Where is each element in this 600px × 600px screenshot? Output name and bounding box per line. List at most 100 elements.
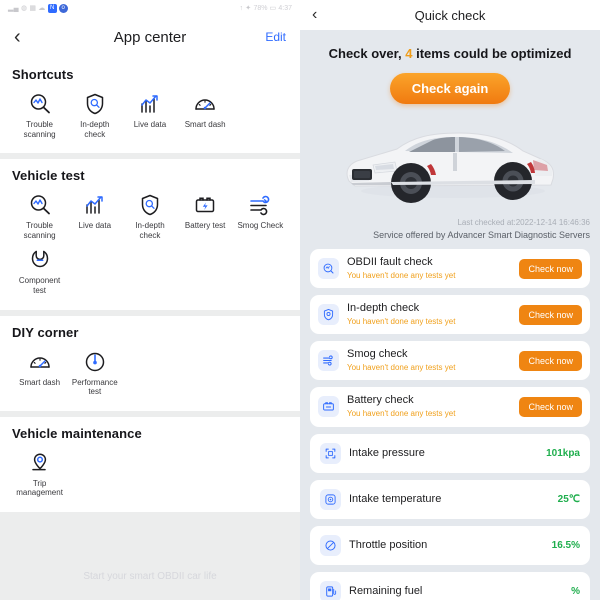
service-note-label: Service offered by Advancer Smart Diagno… xyxy=(373,229,590,240)
check-now-button[interactable]: Check now xyxy=(519,350,582,371)
app-tile-smog-check[interactable]: Smog Check xyxy=(233,189,288,244)
cloud-icon: ☁ xyxy=(38,4,46,12)
in-depth-shield-icon xyxy=(318,304,339,326)
check-card-title: OBDII fault check xyxy=(347,255,433,268)
quick-check-navbar: ‹ Quick check xyxy=(300,0,600,30)
app-tile-label: Trouble scanning xyxy=(23,120,56,139)
check-card-title: Battery check xyxy=(347,394,414,407)
smog-check-icon xyxy=(248,192,272,218)
icon-grid: Trip management xyxy=(12,447,288,502)
trip-management-icon xyxy=(28,450,52,476)
app-tile-performance-test[interactable]: Performance test xyxy=(67,346,122,401)
optimized-count: 4 xyxy=(405,46,413,61)
quick-check-hero: Check over, 4 items could be optimized C… xyxy=(300,30,600,218)
app-tile-label: Trouble scanning xyxy=(23,221,56,240)
app-tile-label: Live data xyxy=(78,221,112,231)
check-card-status: You haven't done any tests yet xyxy=(347,316,456,326)
headline-prefix: Check over, xyxy=(328,46,402,61)
clock-label: 4:37 xyxy=(278,4,292,12)
sensor-label: Throttle position xyxy=(349,539,428,551)
check-card[interactable]: Battery check You haven't done any tests … xyxy=(310,387,590,427)
footer-tagline: Start your smart OBDII car life xyxy=(83,571,217,582)
battery-percent-label: 78% xyxy=(253,4,268,12)
check-now-button[interactable]: Check now xyxy=(519,258,582,279)
app-tile-label: Component test xyxy=(18,276,61,295)
last-checked-label: Last checked at:2022-12-14 16:46:36 xyxy=(457,218,590,227)
status-bar-left: ▂▄ ◍ ▦ ☁ N o xyxy=(8,3,68,13)
app-tile-trip-management[interactable]: Trip management xyxy=(12,447,67,502)
in-depth-check-icon xyxy=(138,192,162,218)
app-center-panel: ▂▄ ◍ ▦ ☁ N o ↑ ✦ 78% ▭ 4:37 ‹ App center… xyxy=(0,0,300,600)
status-bar: ▂▄ ◍ ▦ ☁ N o ↑ ✦ 78% ▭ 4:37 xyxy=(0,0,300,16)
intake-pressure-icon xyxy=(320,442,341,464)
check-card-status: You haven't done any tests yet xyxy=(347,362,456,372)
app-tile-live-data[interactable]: Live data xyxy=(67,189,122,244)
app-tile-live-data[interactable]: Live data xyxy=(122,88,177,143)
check-now-button[interactable]: Check now xyxy=(519,304,582,325)
optimization-headline: Check over, 4 items could be optimized xyxy=(300,46,600,61)
status-bar-right: ↑ ✦ 78% ▭ 4:37 xyxy=(239,5,292,12)
smart-dash-icon xyxy=(193,91,217,117)
trouble-scanning-icon xyxy=(28,91,52,117)
check-card-text: OBDII fault check You haven't done any te… xyxy=(347,256,519,281)
bluetooth-icon: ✦ xyxy=(245,4,252,12)
sensor-value: 16.5% xyxy=(551,539,580,551)
app-tile-in-depth-check[interactable]: In-depth check xyxy=(122,189,177,244)
sensor-row[interactable]: Throttle position 16.5% xyxy=(310,525,590,565)
check-card[interactable]: In-depth check You haven't done any tests… xyxy=(310,295,590,335)
icon-grid: Trouble scanning In-depth check Live data S… xyxy=(12,88,288,143)
check-card-text: In-depth check You haven't done any tests… xyxy=(347,302,519,327)
vehicle-image xyxy=(300,108,600,218)
app-tile-label: Smart dash xyxy=(184,120,226,129)
check-card-title: In-depth check xyxy=(347,302,420,315)
sensor-row[interactable]: Intake temperature 25℃ xyxy=(310,479,590,519)
edit-button[interactable]: Edit xyxy=(265,30,286,44)
sensor-label: Remaining fuel xyxy=(349,585,423,597)
check-card[interactable]: OBDII fault check You haven't done any te… xyxy=(310,248,590,289)
app-tile-label: Smart dash xyxy=(19,377,61,387)
sensor-value: 25℃ xyxy=(557,493,580,505)
bars-icon: ▦ xyxy=(29,4,37,12)
section-vehicle-test: Vehicle test Trouble scanning Live data In-… xyxy=(0,159,300,310)
app-screenshot: ▂▄ ◍ ▦ ☁ N o ↑ ✦ 78% ▭ 4:37 ‹ App center… xyxy=(0,0,600,600)
quick-check-panel: ‹ Quick check Check over, 4 items could … xyxy=(300,0,600,600)
back-icon[interactable]: ‹ xyxy=(14,27,36,47)
app-badge-icon: N xyxy=(47,3,57,13)
throttle-position-icon xyxy=(320,534,341,556)
in-depth-check-icon xyxy=(83,91,107,117)
app-tile-smart-dash[interactable]: Smart dash xyxy=(178,88,233,143)
app-tile-component-test[interactable]: Component test xyxy=(12,244,67,299)
app-tile-label: Performance test xyxy=(71,377,118,397)
check-card[interactable]: Smog check You haven't done any tests yet… xyxy=(310,341,590,381)
check-card-text: Battery check You haven't done any tests … xyxy=(347,394,519,419)
app-tile-trouble-scanning[interactable]: Trouble scanning xyxy=(12,88,67,143)
app-tile-label: Live data xyxy=(133,120,167,129)
trouble-scanning-icon xyxy=(28,192,52,218)
check-items-list: OBDII fault check You haven't done any te… xyxy=(300,241,600,600)
check-now-button[interactable]: Check now xyxy=(519,396,582,417)
sensor-row[interactable]: Remaining fuel% xyxy=(310,571,590,600)
app-tile-label: Trip management xyxy=(16,478,63,498)
section-title: Shortcuts xyxy=(12,67,74,82)
app-center-sections: Shortcuts Trouble scanning In-depth check L… xyxy=(0,58,300,512)
battery-icon: ▭ xyxy=(269,4,277,12)
sensor-label: Intake temperature xyxy=(349,493,442,505)
battery-icon xyxy=(318,396,339,418)
section-title: Vehicle test xyxy=(12,168,85,184)
app-tile-battery-test[interactable]: Battery test xyxy=(178,189,233,244)
app-tile-label: Battery test xyxy=(184,221,226,231)
live-data-icon xyxy=(83,192,107,218)
section-title: DIY corner xyxy=(12,324,79,340)
performance-test-icon xyxy=(83,349,107,375)
app-tile-trouble-scanning[interactable]: Trouble scanning xyxy=(12,189,67,244)
sensor-row[interactable]: Intake pressure 101kpa xyxy=(310,433,590,473)
app-tile-smart-dash[interactable]: Smart dash xyxy=(12,346,67,401)
check-again-button[interactable]: Check again xyxy=(389,73,511,104)
live-data-icon xyxy=(138,91,162,117)
arrow-icon: ↑ xyxy=(239,4,244,12)
component-test-icon xyxy=(28,247,52,273)
page-title: App center xyxy=(113,28,187,46)
app-tile-label: Smog Check xyxy=(237,221,284,231)
app-tile-in-depth-check[interactable]: In-depth check xyxy=(67,88,122,143)
smart-dash-icon xyxy=(28,349,52,375)
